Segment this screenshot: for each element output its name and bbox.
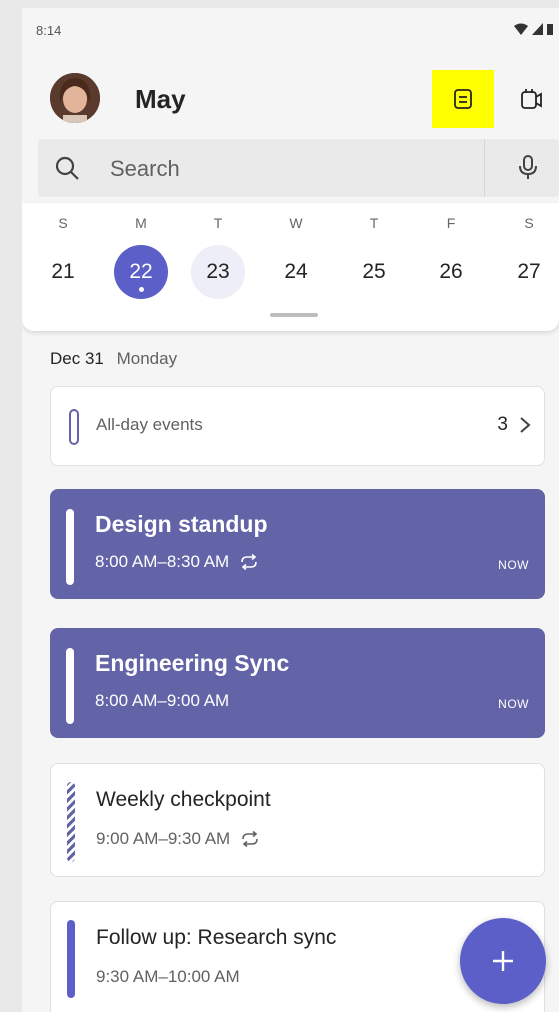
agenda-view-button[interactable] — [432, 70, 494, 128]
event-color-bar — [66, 648, 74, 724]
event-time: 9:30 AM–10:00 AM — [96, 967, 240, 986]
event-time-row: 9:30 AM–10:00 AM — [96, 967, 240, 987]
event-indicator-dot — [139, 287, 144, 292]
event-card-weekly-checkpoint[interactable]: Weekly checkpoint 9:00 AM–9:30 AM — [50, 763, 545, 877]
battery-icon — [547, 24, 553, 35]
day-saturday[interactable]: S 27 — [499, 203, 559, 313]
search-input[interactable]: Search — [110, 156, 180, 182]
day-of-week-label: F — [446, 215, 456, 231]
avatar[interactable] — [50, 73, 100, 123]
phone-screen: 8:14 May Search S 21 M 22 T 23 W 24 T 25… — [22, 8, 559, 1012]
week-strip: S 21 M 22 T 23 W 24 T 25 F 26 S 27 — [22, 203, 559, 331]
event-time-row: 8:00 AM–9:00 AM — [95, 691, 229, 711]
search-bar[interactable]: Search — [38, 139, 559, 197]
chevron-right-icon — [520, 417, 531, 433]
event-time-row: 8:00 AM–8:30 AM — [95, 552, 259, 572]
day-of-week-label: T — [213, 215, 223, 231]
event-time-row: 9:00 AM–9:30 AM — [96, 829, 260, 849]
event-color-bar — [67, 920, 75, 998]
wifi-icon — [514, 23, 528, 35]
event-title: Follow up: Research sync — [96, 926, 337, 949]
event-card-design-standup[interactable]: Design standup 8:00 AM–8:30 AM NOW — [50, 489, 545, 599]
search-divider — [484, 139, 485, 197]
agenda-date-heading: Dec 31 Monday — [50, 349, 177, 369]
event-color-bar — [66, 509, 74, 585]
now-badge: NOW — [498, 697, 529, 711]
signal-icon — [532, 23, 543, 35]
event-time: 9:00 AM–9:30 AM — [96, 829, 231, 848]
all-day-count: 3 — [497, 414, 508, 435]
day-monday-selected[interactable]: M 22 — [111, 203, 171, 313]
meet-now-icon — [521, 89, 542, 109]
event-time: 8:00 AM–9:00 AM — [95, 691, 230, 710]
agenda-view-icon — [454, 89, 472, 109]
day-of-week-label: W — [289, 215, 303, 231]
day-of-week-label: T — [369, 215, 379, 231]
agenda-weekday: Monday — [116, 349, 178, 368]
day-number: 26 — [439, 260, 463, 283]
day-number: 27 — [517, 260, 541, 283]
drag-handle[interactable] — [270, 313, 318, 317]
search-icon — [55, 156, 79, 180]
recurring-icon — [241, 554, 258, 570]
event-time: 8:00 AM–8:30 AM — [95, 552, 230, 571]
day-tuesday-today[interactable]: T 23 — [188, 203, 248, 313]
now-badge: NOW — [498, 558, 529, 572]
day-number: 23 — [191, 245, 245, 299]
day-sunday[interactable]: S 21 — [33, 203, 93, 313]
agenda-date: Dec 31 — [50, 349, 104, 368]
recurring-icon — [242, 831, 259, 847]
system-icons — [514, 23, 553, 35]
day-of-week-label: S — [58, 215, 68, 231]
mic-icon[interactable] — [518, 154, 538, 180]
event-card-engineering-sync[interactable]: Engineering Sync 8:00 AM–9:00 AM NOW — [50, 628, 545, 738]
day-of-week-label: M — [135, 215, 147, 231]
day-friday[interactable]: F 26 — [421, 203, 481, 313]
status-bar: 8:14 — [22, 8, 559, 56]
month-title[interactable]: May — [135, 84, 186, 115]
profile-photo — [50, 73, 100, 123]
event-title: Design standup — [95, 511, 268, 537]
all-day-indicator — [69, 409, 79, 445]
event-title: Weekly checkpoint — [96, 788, 271, 811]
day-number: 25 — [362, 260, 386, 283]
meet-now-button[interactable] — [508, 76, 554, 122]
day-number: 21 — [51, 260, 75, 283]
top-app-bar: May — [22, 58, 559, 136]
tentative-color-bar — [67, 782, 75, 862]
all-day-label: All-day events — [96, 415, 203, 434]
status-time: 8:14 — [36, 23, 62, 38]
new-event-button[interactable] — [460, 918, 546, 1004]
event-title: Engineering Sync — [95, 650, 290, 676]
day-wednesday[interactable]: W 24 — [266, 203, 326, 313]
day-of-week-label: S — [524, 215, 534, 231]
day-thursday[interactable]: T 25 — [344, 203, 404, 313]
day-number: 24 — [284, 260, 308, 283]
add-icon — [493, 951, 513, 971]
all-day-events-card[interactable]: All-day events 3 — [50, 386, 545, 466]
